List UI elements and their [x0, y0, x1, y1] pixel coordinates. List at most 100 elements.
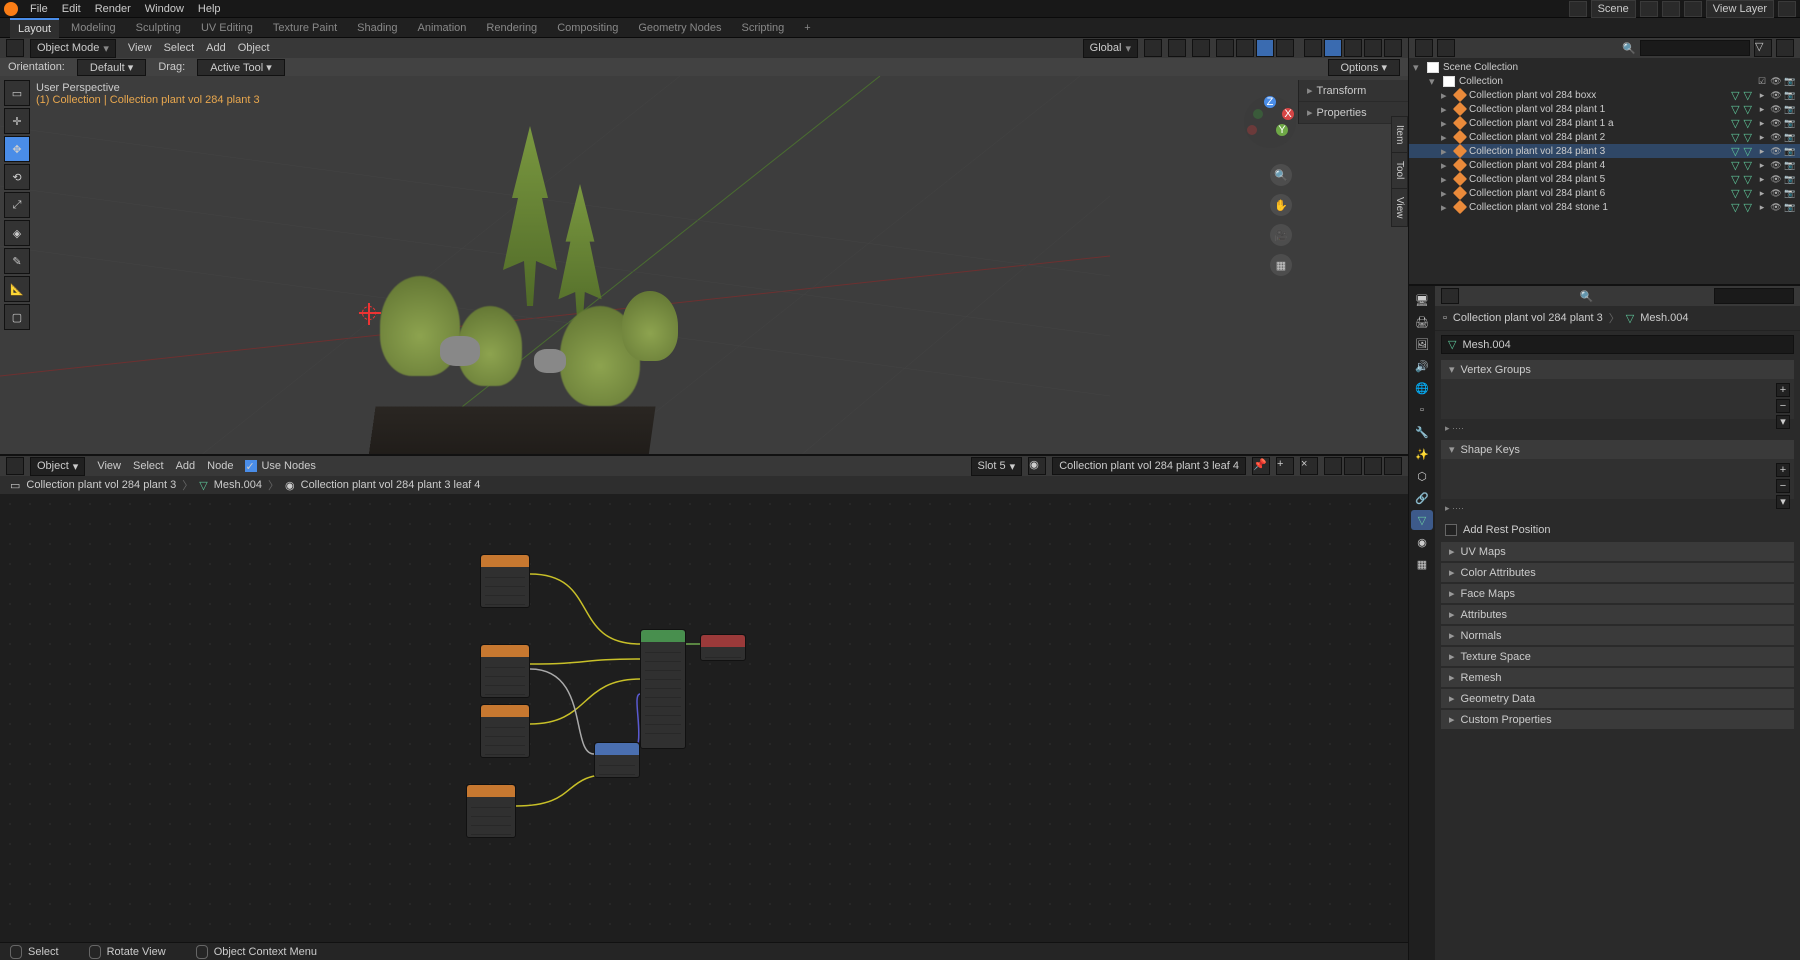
hide-render-icon[interactable]: 📷	[1784, 145, 1796, 157]
remove-button[interactable]: −	[1776, 399, 1790, 413]
disable-select-icon[interactable]: ▸	[1756, 145, 1768, 157]
menu-window[interactable]: Window	[139, 1, 190, 17]
outliner-object-row[interactable]: ▸Collection plant vol 284 boxx▽▽▸👁📷	[1409, 88, 1800, 102]
editor-type-icon[interactable]	[1441, 288, 1459, 304]
pin-icon[interactable]	[1364, 457, 1382, 475]
viewlayer-new-button[interactable]	[1778, 1, 1796, 17]
hide-viewport-icon[interactable]: 👁	[1770, 117, 1782, 129]
menu-file[interactable]: File	[24, 1, 54, 17]
panel-header[interactable]: ▾Vertex Groups	[1441, 360, 1794, 379]
disable-select-icon[interactable]: ▸	[1756, 89, 1768, 101]
output-properties-tab[interactable]: 🖨	[1411, 312, 1433, 332]
hide-viewport-icon[interactable]: 👁	[1770, 75, 1782, 87]
workspace-tab-texture-paint[interactable]: Texture Paint	[265, 19, 345, 37]
texture-properties-tab[interactable]: ▦	[1411, 554, 1433, 574]
n-tab-item[interactable]: Item	[1391, 116, 1408, 153]
hide-render-icon[interactable]: 📷	[1784, 75, 1796, 87]
panel-header[interactable]: ▸Texture Space	[1441, 647, 1794, 666]
normal-map-node[interactable]	[594, 742, 640, 778]
outliner-object-row[interactable]: ▸Collection plant vol 284 plant 1 a▽▽▸👁📷	[1409, 116, 1800, 130]
menu-render[interactable]: Render	[89, 1, 137, 17]
specials-button[interactable]: ▾	[1776, 495, 1790, 509]
shader-menu-node[interactable]: Node	[201, 460, 239, 472]
transform-orientation-dropdown[interactable]: Global ▾	[1083, 39, 1138, 58]
disable-select-icon[interactable]: ▸	[1756, 187, 1768, 199]
node-canvas[interactable]	[0, 494, 1408, 942]
viewport-menu-add[interactable]: Add	[200, 42, 232, 54]
move-tool[interactable]: ✥	[4, 136, 30, 162]
n-panel-transform[interactable]: ▸Transform	[1299, 80, 1408, 102]
viewport-menu-object[interactable]: Object	[232, 42, 276, 54]
exclude-checkbox-icon[interactable]: ☑	[1756, 75, 1768, 87]
world-properties-tab[interactable]: 🌐	[1411, 378, 1433, 398]
snap-icon[interactable]	[1168, 39, 1186, 57]
rotate-tool[interactable]: ⟲	[4, 164, 30, 190]
outliner-object-row[interactable]: ▸Collection plant vol 284 plant 6▽▽▸👁📷	[1409, 186, 1800, 200]
camera-gizmo-icon[interactable]: 🎥	[1270, 224, 1292, 246]
overlay-toggle-icon[interactable]	[1344, 457, 1362, 475]
viewport-menu-view[interactable]: View	[122, 42, 158, 54]
crumb-mesh[interactable]: Mesh.004	[1640, 312, 1688, 324]
filter-icon[interactable]: ▽	[1754, 39, 1772, 57]
particle-properties-tab[interactable]: ✨	[1411, 444, 1433, 464]
crumb-object[interactable]: Collection plant vol 284 plant 3	[26, 479, 176, 491]
gizmo-toggle-icon[interactable]	[1236, 39, 1254, 57]
scene-browse-icon[interactable]	[1569, 1, 1587, 17]
scene-properties-tab[interactable]: 🔊	[1411, 356, 1433, 376]
n-tab-view[interactable]: View	[1391, 188, 1408, 228]
shader-menu-add[interactable]: Add	[170, 460, 202, 472]
panel-header[interactable]: ▸Attributes	[1441, 605, 1794, 624]
disable-select-icon[interactable]: ▸	[1756, 173, 1768, 185]
mesh-data-properties-tab[interactable]: ▽	[1411, 510, 1433, 530]
outliner-object-row[interactable]: ▸Collection plant vol 284 stone 1▽▽▸👁📷	[1409, 200, 1800, 214]
hide-render-icon[interactable]: 📷	[1784, 159, 1796, 171]
hide-render-icon[interactable]: 📷	[1784, 103, 1796, 115]
crumb-mesh[interactable]: Mesh.004	[214, 479, 262, 491]
perspective-gizmo-icon[interactable]: ▦	[1270, 254, 1292, 276]
panel-header[interactable]: ▸Remesh	[1441, 668, 1794, 687]
workspace-tab-sculpting[interactable]: Sculpting	[128, 19, 189, 37]
hide-render-icon[interactable]: 📷	[1784, 89, 1796, 101]
workspace-tab-animation[interactable]: Animation	[410, 19, 475, 37]
material-properties-tab[interactable]: ◉	[1411, 532, 1433, 552]
image-texture-node[interactable]	[480, 644, 530, 698]
shading-solid-icon[interactable]	[1324, 39, 1342, 57]
shading-options-icon[interactable]	[1384, 39, 1402, 57]
object-properties-tab[interactable]: ▫	[1411, 400, 1433, 420]
add-button[interactable]: +	[1776, 463, 1790, 477]
hide-viewport-icon[interactable]: 👁	[1770, 173, 1782, 185]
hide-render-icon[interactable]: 📷	[1784, 173, 1796, 185]
measure-tool[interactable]: 📐	[4, 276, 30, 302]
hide-viewport-icon[interactable]: 👁	[1770, 131, 1782, 143]
material-browse-icon[interactable]: ◉	[1028, 457, 1046, 475]
add-cube-tool[interactable]: ▢	[4, 304, 30, 330]
viewlayer-properties-tab[interactable]: 🖼	[1411, 334, 1433, 354]
backdrop-icon[interactable]	[1384, 457, 1402, 475]
editor-type-icon[interactable]	[6, 457, 24, 475]
workspace-tab-uv-editing[interactable]: UV Editing	[193, 19, 261, 37]
shader-menu-view[interactable]: View	[91, 460, 127, 472]
cursor-tool[interactable]: ✛	[4, 108, 30, 134]
select-box-tool[interactable]: ▭	[4, 80, 30, 106]
remove-button[interactable]: −	[1776, 479, 1790, 493]
add-button[interactable]: +	[1776, 383, 1790, 397]
menu-edit[interactable]: Edit	[56, 1, 87, 17]
panel-header[interactable]: ▾Shape Keys	[1441, 440, 1794, 459]
image-texture-node[interactable]	[480, 704, 530, 758]
workspace-tab-modeling[interactable]: Modeling	[63, 19, 124, 37]
disable-select-icon[interactable]: ▸	[1756, 131, 1768, 143]
principled-bsdf-node[interactable]	[640, 629, 686, 749]
shading-wireframe-icon[interactable]	[1304, 39, 1322, 57]
scene-delete-button[interactable]	[1662, 1, 1680, 17]
outliner-object-row[interactable]: ▸Collection plant vol 284 plant 2▽▽▸👁📷	[1409, 130, 1800, 144]
panel-header[interactable]: ▸UV Maps	[1441, 542, 1794, 561]
mode-dropdown[interactable]: Object Mode ▾	[30, 39, 116, 58]
workspace-tab-shading[interactable]: Shading	[349, 19, 405, 37]
constraint-properties-tab[interactable]: 🔗	[1411, 488, 1433, 508]
hide-render-icon[interactable]: 📷	[1784, 201, 1796, 213]
hide-render-icon[interactable]: 📷	[1784, 117, 1796, 129]
physics-properties-tab[interactable]: ⬡	[1411, 466, 1433, 486]
workspace-tab-rendering[interactable]: Rendering	[478, 19, 545, 37]
image-texture-node[interactable]	[480, 554, 530, 608]
material-pin-icon[interactable]: 📌	[1252, 457, 1270, 475]
